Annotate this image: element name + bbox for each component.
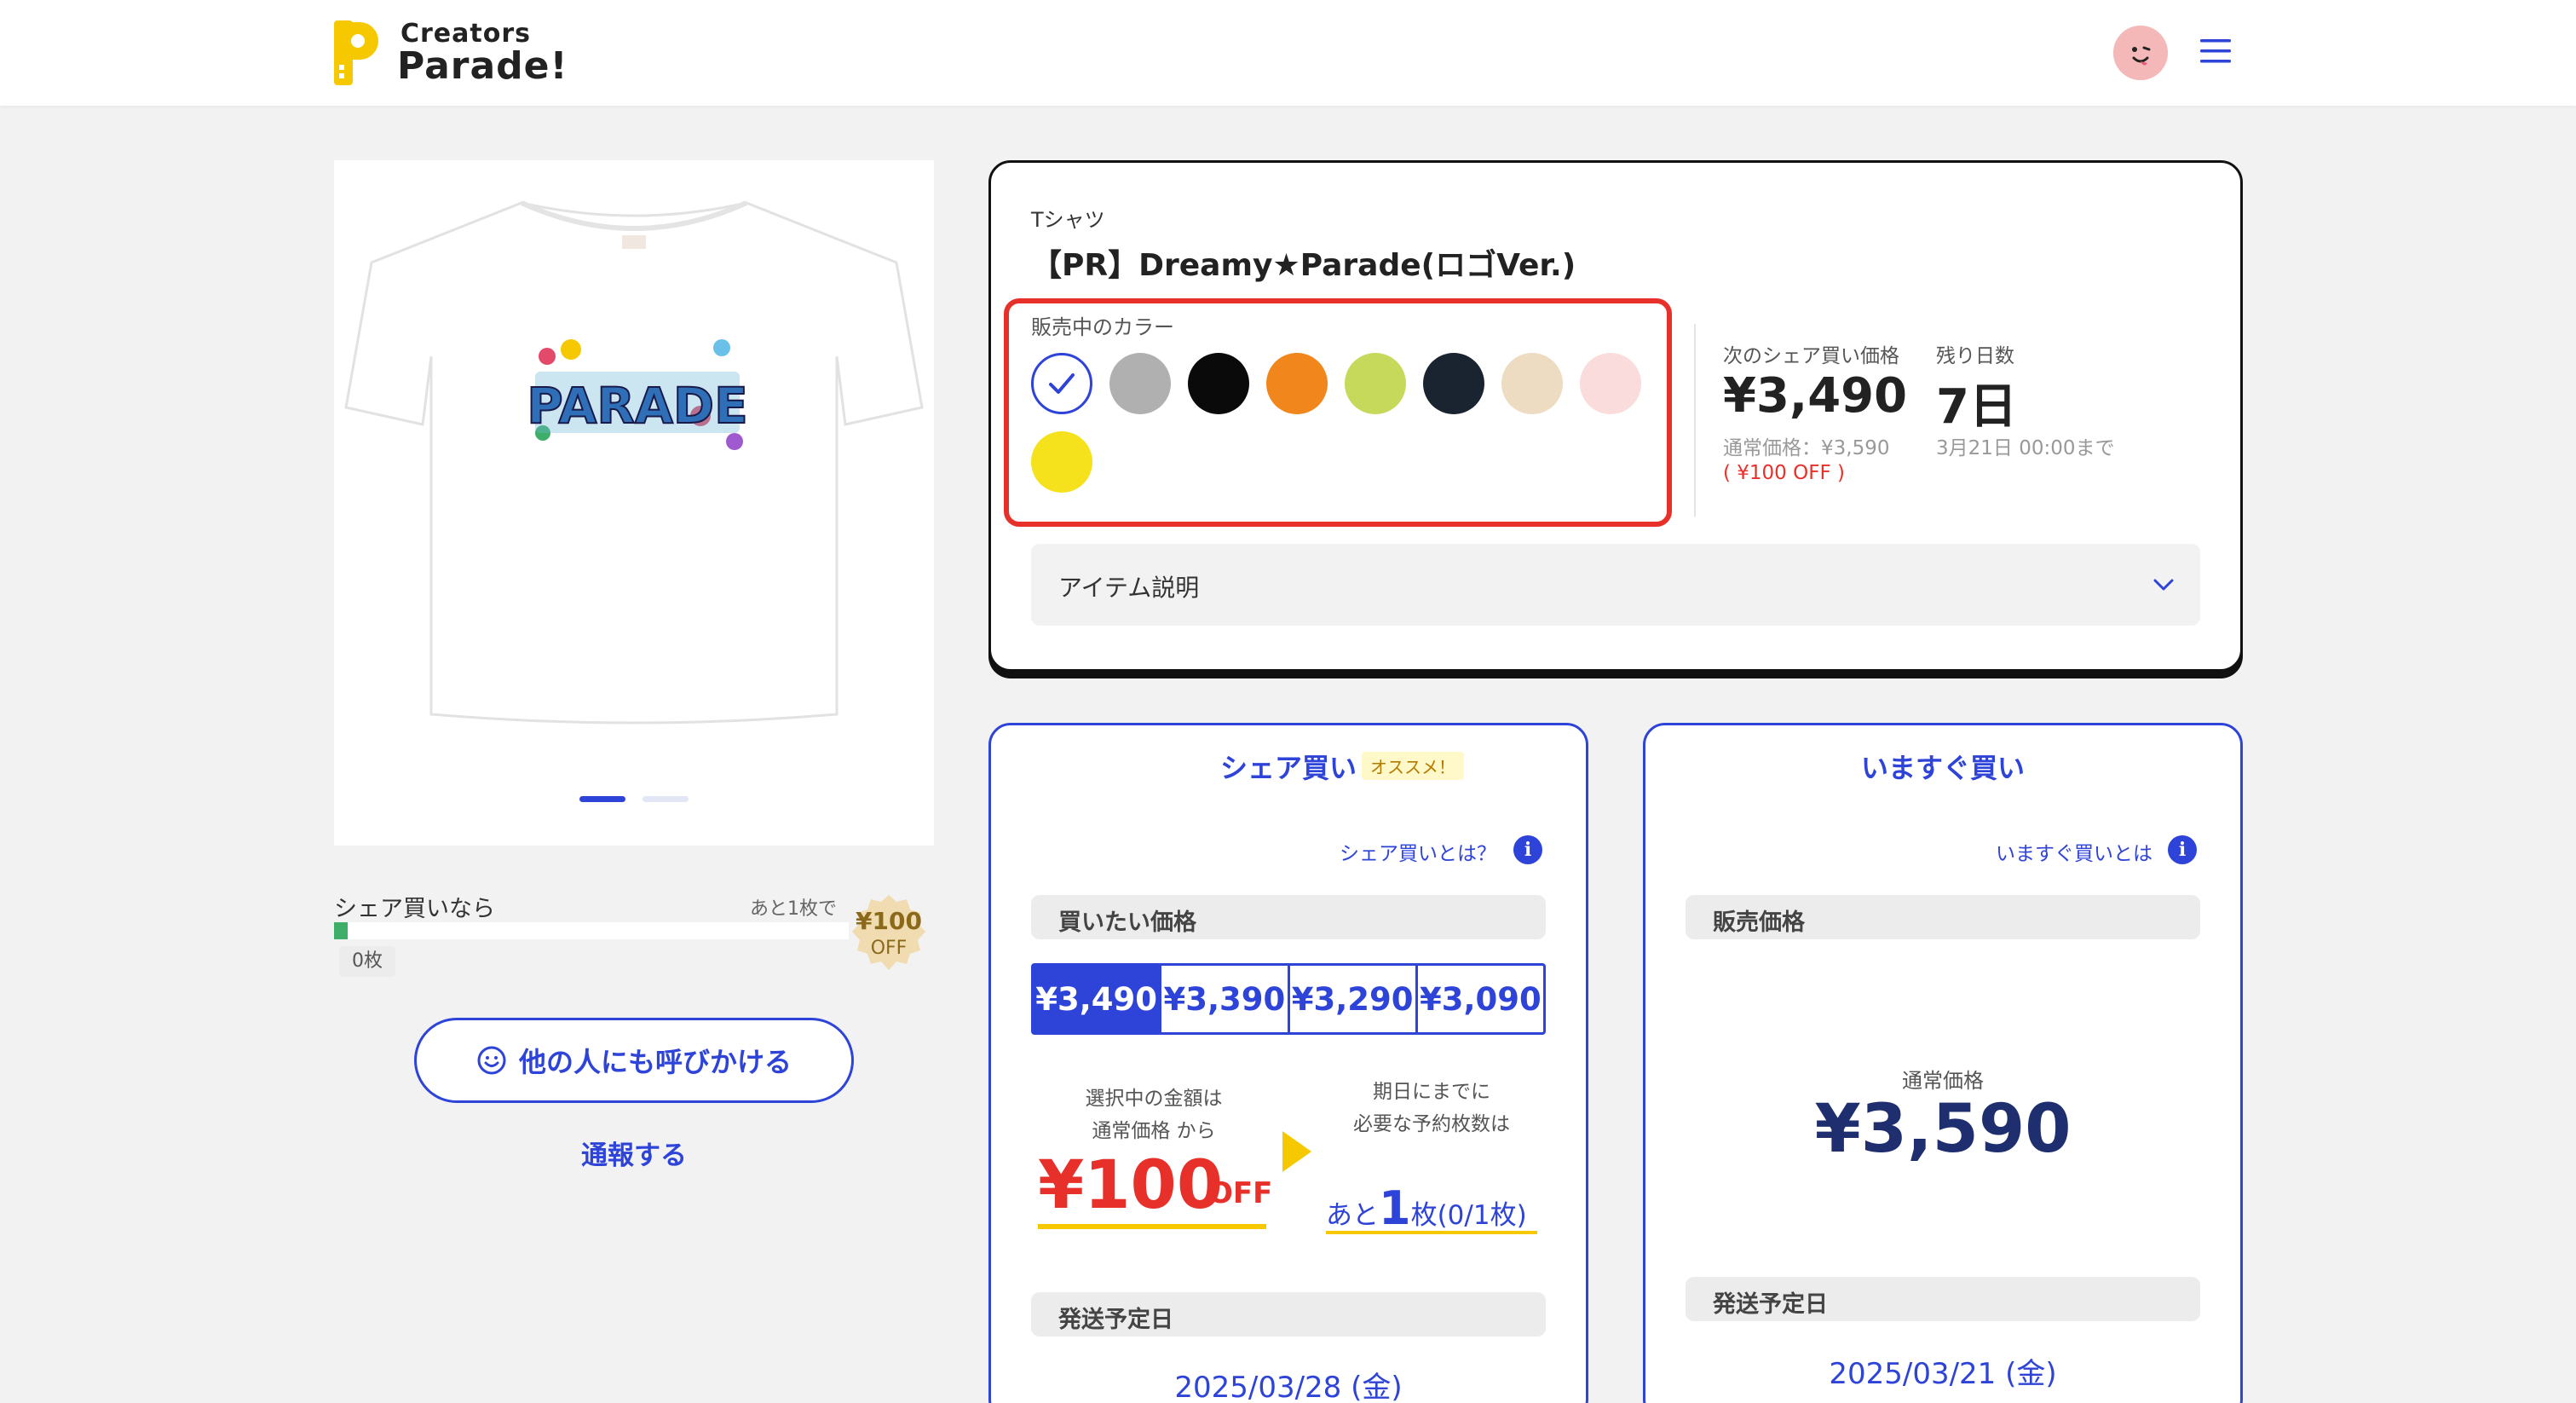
colors-label: 販売中のカラー [1031,315,1174,339]
ship-section-label: 発送予定日 [1713,1291,1828,1318]
price-options: ¥3,490 ¥3,390 ¥3,290 ¥3,090 [1031,963,1546,1035]
product-image-card[interactable]: PARADE [334,160,934,846]
required-note: 期日にまでに 必要な予約枚数は [1312,1076,1551,1140]
share-count-badge: 0枚 [339,946,395,977]
chevron-down-icon[interactable] [2151,574,2176,595]
remaining-suffix: 枚(0/1枚) [1410,1200,1527,1231]
arrow-right-icon [1282,1131,1311,1172]
discount-suffix: OFF [1208,1176,1273,1210]
buy-now-title: いますぐ買い [1861,752,2026,784]
recommended-badge: オススメ！ [1362,752,1464,780]
normal-price-value: ¥3,590 [1814,1091,2072,1168]
remaining-prefix: あと [1326,1200,1379,1231]
discount-seal: ¥100 OFF [849,893,929,973]
buy-now-help-link[interactable]: いますぐ買いとは [1996,837,2152,866]
site-header: Creators Parade! [0,0,2576,106]
item-description-accordion[interactable] [1031,544,2200,626]
report-link[interactable]: 通報する [494,1134,774,1172]
days-left-value: 7日 [1936,379,2017,435]
normal-price-label: 通常価格 [1902,1069,1984,1093]
discount-note-line1: 選択中の金額は [1085,1088,1223,1110]
share-buy-title: シェア買い [1220,752,1357,784]
color-swatch-pink[interactable] [1580,353,1641,414]
price-option-3290[interactable]: ¥3,290 [1290,966,1418,1032]
ship-section-label: 発送予定日 [1058,1307,1173,1333]
call-others-label: 他の人にも呼びかける [518,1046,792,1078]
color-swatch-natural[interactable] [1501,353,1563,414]
info-icon[interactable]: i [1513,835,1542,864]
tshirt-image: PARADE [344,200,924,725]
price-option-3390[interactable]: ¥3,390 [1161,966,1290,1032]
shirt-print-text: PARADE [527,377,747,435]
price-option-3090[interactable]: ¥3,090 [1418,966,1543,1032]
price-section-label: 買いたい価格 [1058,909,1196,936]
deadline-text: 3月21日 00:00まで [1936,437,2115,459]
carousel-dot-active[interactable] [579,796,625,802]
color-swatch-orange[interactable] [1266,353,1328,414]
next-price-label: 次のシェア買い価格 [1723,345,1899,367]
required-note-line1: 期日にまでに [1373,1081,1490,1103]
logo-text-parade[interactable]: Parade! [397,44,568,88]
info-icon[interactable]: i [2168,835,2197,864]
share-buy-help-link[interactable]: シェア買いとは？ [1340,837,1496,866]
seal-off: OFF [870,938,908,959]
remaining-count: あと1枚(0/1枚) [1326,1181,1527,1235]
ship-date: 2025/03/28 (金) [1174,1371,1403,1403]
discount-note: 選択中の金額は 通常価格 から [1034,1083,1273,1147]
share-progress-label: シェア買いなら [334,896,495,922]
days-left-label: 残り日数 [1936,345,2014,367]
next-price-value: ¥3,490 [1723,368,1908,424]
share-progress-fill [334,922,348,939]
info-divider [1694,324,1696,517]
carousel-dot[interactable] [643,796,689,802]
color-swatch-yellow[interactable] [1031,431,1092,493]
color-swatch-white[interactable] [1031,353,1092,414]
share-progress-track [334,922,849,939]
color-swatch-navy[interactable] [1423,353,1484,414]
color-swatch-black[interactable] [1188,353,1249,414]
seal-amount: ¥100 [856,907,922,935]
color-swatch-lime[interactable] [1345,353,1406,414]
color-swatch-gray[interactable] [1109,353,1171,414]
check-icon [1049,373,1075,394]
discount-underline [1038,1224,1266,1229]
price-option-3490[interactable]: ¥3,490 [1034,966,1162,1032]
user-avatar[interactable] [2113,26,2168,80]
hamburger-menu-icon[interactable] [2199,38,2233,65]
logo-mark-icon[interactable] [332,19,387,87]
remaining-underline [1326,1231,1537,1234]
discount-note-line2: 通常価格 から [1092,1120,1216,1142]
call-others-button[interactable]: 他の人にも呼びかける [414,1018,854,1103]
remaining-number: 1 [1379,1181,1411,1235]
required-note-line2: 必要な予約枚数は [1353,1113,1510,1135]
discount-amount: ¥100 [1038,1147,1224,1224]
smile-icon [477,1046,506,1075]
sale-price-section-label: 販売価格 [1713,909,1805,936]
normal-price-note: 通常価格：¥3,590 [1723,437,1890,459]
product-category: Tシャツ [1031,208,1105,232]
ship-date: 2025/03/21 (金) [1829,1357,2057,1391]
share-remaining-label: あと1枚で [750,898,837,920]
product-title: 【PR】Dreamy★Parade(ロゴVer.) [1031,248,1576,283]
item-description-label: アイテム説明 [1058,574,1200,602]
off-note: ( ¥100 OFF ) [1723,462,1845,484]
